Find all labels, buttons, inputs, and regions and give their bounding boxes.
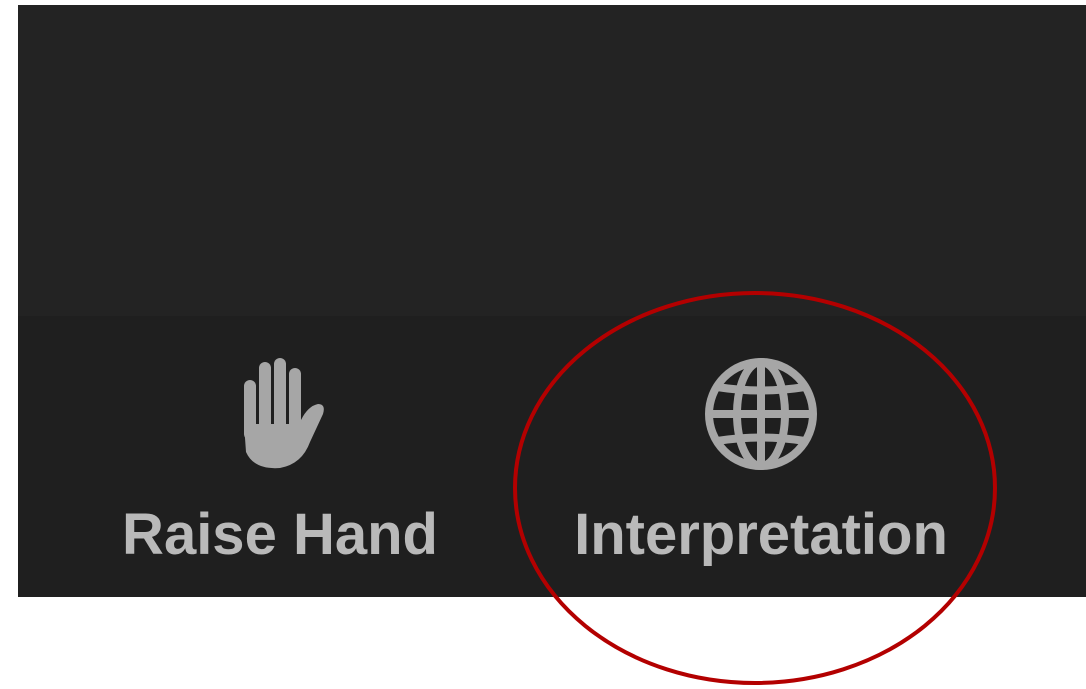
meeting-view — [18, 5, 1086, 316]
raise-hand-label: Raise Hand — [122, 502, 438, 567]
interpretation-label: Interpretation — [574, 502, 948, 567]
raise-hand-button[interactable]: Raise Hand — [80, 316, 480, 597]
globe-icon — [701, 354, 821, 479]
meeting-toolbar: Raise Hand Interpretation — [18, 316, 1086, 597]
meeting-window: Raise Hand Interpretation — [18, 5, 1086, 597]
interpretation-button[interactable]: Interpretation — [531, 316, 991, 597]
hand-icon — [230, 354, 330, 479]
